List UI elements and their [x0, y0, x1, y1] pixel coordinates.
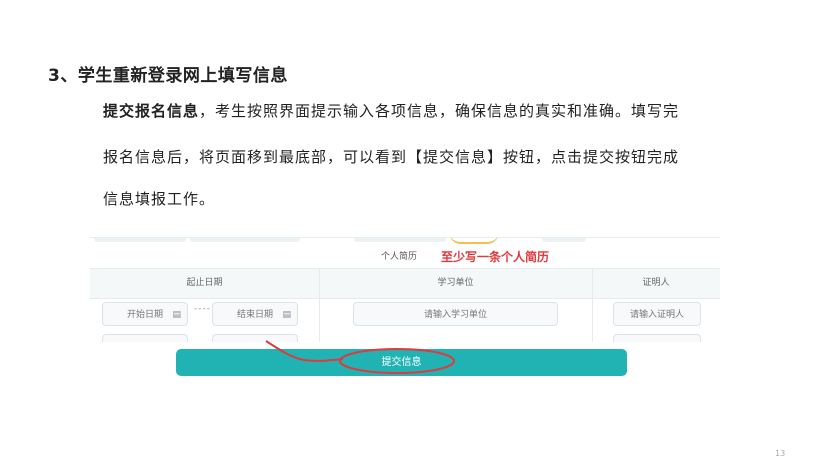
end-date-placeholder: 结束日期 — [236, 310, 273, 320]
top-strip — [90, 238, 720, 242]
slide-heading: 3、学生重新登录网上填写信息 — [48, 66, 288, 86]
witness-input[interactable]: 请输入证明人 — [613, 302, 701, 326]
section-title: 个人简历 — [381, 252, 418, 262]
date-separator: ---- — [194, 304, 211, 314]
instruction-line-1-text: ，考生按照界面提示输入各项信息，确保信息的真实和准确。填写完 — [199, 102, 680, 120]
form-screenshot: 个人简历 至少写一条个人简历 起止日期 学习单位 证明人 开始日期 ▤ ----… — [90, 237, 720, 342]
witness-input-row2[interactable] — [613, 334, 701, 342]
instruction-bold: 提交报名信息 — [103, 102, 200, 120]
column-divider — [592, 268, 593, 342]
instruction-line-1: 提交报名信息，考生按照界面提示输入各项信息，确保信息的真实和准确。填写完 — [103, 100, 679, 121]
calendar-icon: ▤ — [172, 310, 181, 320]
submit-info-button[interactable]: 提交信息 — [176, 349, 627, 376]
instruction-line-2: 报名信息后，将页面移到最底部，可以看到【提交信息】按钮，点击提交按钮完成 — [103, 148, 680, 166]
start-date-input-row2[interactable] — [102, 334, 188, 342]
end-date-input-row2[interactable] — [212, 334, 298, 342]
start-date-input[interactable]: 开始日期 ▤ — [102, 302, 188, 326]
yellow-highlight-mark — [449, 238, 499, 244]
start-date-placeholder: 开始日期 — [126, 310, 163, 320]
annotation-text: 至少写一条个人简历 — [441, 250, 550, 264]
column-divider — [319, 268, 320, 342]
study-unit-input[interactable]: 请输入学习单位 — [353, 302, 558, 326]
calendar-icon: ▤ — [282, 310, 291, 320]
column-header-unit: 学习单位 — [437, 278, 474, 288]
instruction-line-3: 信息填报工作。 — [103, 190, 216, 208]
end-date-input[interactable]: 结束日期 ▤ — [212, 302, 298, 326]
column-header-witness: 证明人 — [642, 278, 670, 288]
column-header-date: 起止日期 — [186, 278, 223, 288]
table-header: 起止日期 学习单位 证明人 — [90, 268, 720, 299]
